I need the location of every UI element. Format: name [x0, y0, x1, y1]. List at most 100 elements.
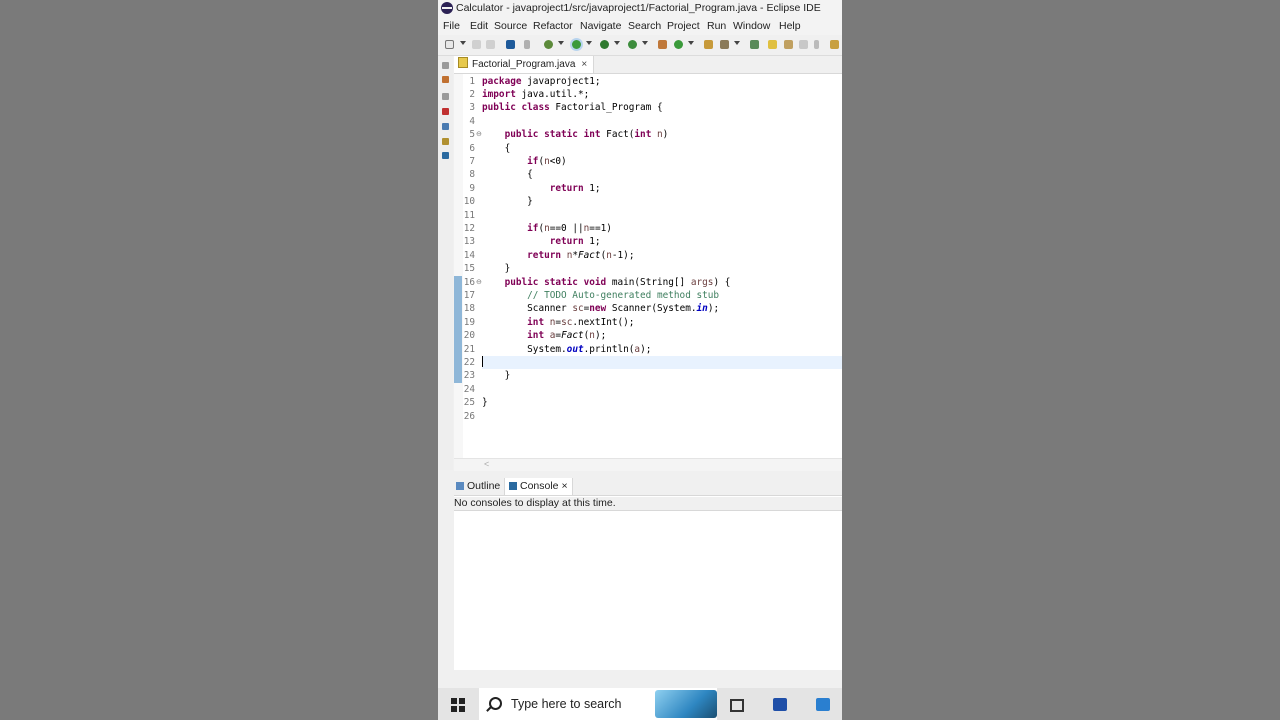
code-token: ==0 || — [549, 222, 584, 234]
code-line[interactable] — [482, 115, 842, 128]
code-line[interactable]: } — [482, 369, 842, 382]
code-line[interactable]: public static int Fact(int n) — [482, 128, 842, 141]
code-editor[interactable]: 1 2 3 4 5 ⊖ 6 7 8 9 10 11 12 13 14 15 16 ⊖ 17 18 19 20 21 22 23 2… — [454, 74, 842, 470]
menu-source[interactable]: Source — [494, 20, 527, 32]
package-explorer-icon[interactable] — [442, 76, 449, 83]
save-icon[interactable] — [472, 40, 481, 49]
code-line[interactable]: public static void main(String[] args) { — [482, 276, 842, 289]
title-bar: Calculator - javaproject1/src/javaprojec… — [438, 0, 842, 17]
javadoc-icon[interactable] — [442, 123, 449, 130]
code-line[interactable]: { — [482, 168, 842, 181]
app-icon[interactable] — [816, 698, 830, 711]
next-annotation-icon[interactable] — [830, 40, 839, 49]
code-line[interactable]: return 1; — [482, 182, 842, 195]
fold-toggle-icon[interactable]: ⊖ — [476, 128, 482, 141]
tab-outline[interactable]: Outline — [456, 478, 500, 495]
chevron-down-icon[interactable] — [586, 41, 592, 45]
scroll-left-icon[interactable]: < — [484, 459, 489, 469]
line-number: 19 — [463, 316, 475, 328]
restore-icon[interactable] — [442, 62, 449, 69]
code-token: Factorial_Program { — [549, 102, 663, 114]
chevron-down-icon[interactable] — [642, 41, 648, 45]
external-tools-icon[interactable] — [628, 40, 637, 49]
code-line[interactable]: import java.util.*; — [482, 88, 842, 101]
code-line[interactable]: if(n==0 ||n==1) — [482, 222, 842, 235]
annotation-icon[interactable] — [784, 40, 793, 49]
code-line[interactable]: // TODO Auto-generated method stub — [482, 289, 842, 302]
run-icon[interactable] — [572, 40, 581, 49]
code-line[interactable]: int a=Fact(n); — [482, 329, 842, 342]
menu-project[interactable]: Project — [667, 20, 700, 32]
fold-toggle-icon[interactable]: ⊖ — [476, 276, 482, 289]
search-icon[interactable] — [720, 40, 729, 49]
whitespace-icon[interactable] — [814, 40, 819, 49]
code-line[interactable]: } — [482, 195, 842, 208]
menu-navigate[interactable]: Navigate — [580, 20, 621, 32]
chevron-down-icon[interactable] — [734, 41, 740, 45]
declaration-icon[interactable] — [442, 138, 449, 145]
editor-tab[interactable]: Factorial_Program.java × — [454, 56, 595, 73]
terminal-icon[interactable] — [506, 40, 515, 49]
skip-breakpoints-icon[interactable] — [524, 40, 530, 49]
coverage-icon[interactable] — [600, 40, 609, 49]
word-icon[interactable] — [773, 698, 787, 711]
code-line[interactable]: int n=sc.nextInt(); — [482, 316, 842, 329]
debug-icon[interactable] — [544, 40, 553, 49]
horizontal-scrollbar[interactable]: < — [454, 458, 842, 471]
tab-console[interactable]: Console × — [504, 478, 573, 495]
toggle-mark-icon[interactable] — [750, 40, 759, 49]
new-java-package-icon[interactable] — [658, 40, 667, 49]
open-type-icon[interactable] — [704, 40, 713, 49]
code-line[interactable] — [482, 383, 842, 396]
task-view-icon[interactable] — [730, 699, 744, 712]
code-line[interactable]: } — [482, 396, 842, 409]
code-line[interactable]: if(n<0) — [482, 155, 842, 168]
chevron-down-icon[interactable] — [688, 41, 694, 45]
code-line[interactable]: public class Factorial_Program { — [482, 101, 842, 114]
code-line[interactable] — [482, 355, 842, 370]
code-token: out — [566, 343, 584, 355]
menu-refactor[interactable]: Refactor — [533, 20, 573, 32]
save-all-icon[interactable] — [486, 40, 495, 49]
outline-icon — [456, 482, 464, 490]
code-line[interactable] — [482, 410, 842, 423]
new-file-icon[interactable] — [445, 40, 454, 49]
menu-run[interactable]: Run — [707, 20, 726, 32]
new-java-class-icon[interactable] — [674, 40, 683, 49]
code-token: -1); — [611, 249, 635, 261]
menu-help[interactable]: Help — [779, 20, 801, 32]
menu-window[interactable]: Window — [733, 20, 770, 32]
search-highlight-image — [655, 690, 717, 718]
block-selection-icon[interactable] — [799, 40, 808, 49]
windows-start-icon[interactable] — [451, 698, 465, 712]
chevron-down-icon[interactable] — [558, 41, 564, 45]
line-number: 26 — [463, 410, 475, 422]
restore-icon[interactable] — [442, 93, 449, 100]
code-token: { — [482, 142, 511, 154]
code-line[interactable]: System.out.println(a); — [482, 343, 842, 356]
code-token: ); — [594, 330, 607, 342]
chevron-down-icon[interactable] — [614, 41, 620, 45]
code-token: ); — [640, 343, 652, 355]
menu-search[interactable]: Search — [628, 20, 661, 32]
menu-edit[interactable]: Edit — [470, 20, 488, 32]
code-line[interactable] — [482, 209, 842, 222]
close-icon[interactable]: × — [561, 480, 567, 492]
highlight-icon[interactable] — [768, 40, 777, 49]
line-number: 16 — [463, 276, 475, 288]
code-line[interactable]: return n*Fact(n-1); — [482, 249, 842, 262]
code-line[interactable]: { — [482, 142, 842, 155]
console-view-icon[interactable] — [442, 152, 449, 159]
taskbar-search[interactable]: Type here to search — [479, 688, 717, 720]
menu-file[interactable]: File — [443, 20, 460, 32]
chevron-down-icon[interactable] — [460, 41, 466, 45]
code-line[interactable]: return 1; — [482, 235, 842, 248]
problems-icon[interactable] — [442, 108, 449, 115]
code-line[interactable]: Scanner sc=new Scanner(System.in); — [482, 302, 842, 315]
code-line[interactable]: package javaproject1; — [482, 75, 842, 88]
code-token: sc — [561, 316, 573, 328]
code-line[interactable]: } — [482, 262, 842, 275]
close-icon[interactable]: × — [581, 59, 587, 70]
